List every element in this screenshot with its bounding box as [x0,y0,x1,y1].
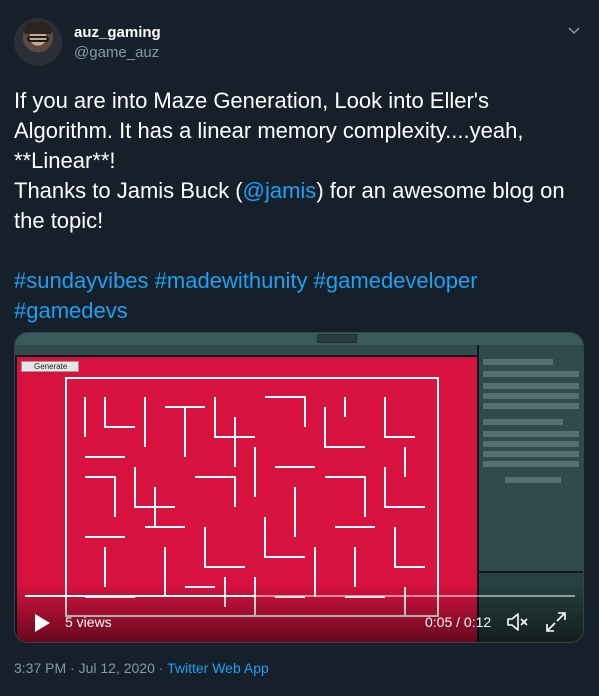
unity-play-controls [317,334,357,343]
chevron-down-icon[interactable] [567,24,581,38]
meta-separator: · [66,660,79,676]
tweet-line: If you are into Maze Generation, Look in… [14,88,490,113]
tweet-time[interactable]: 3:37 PM [14,660,66,676]
tweet-text-segment: ) for an awesome blog on [316,178,565,203]
tweet-date[interactable]: Jul 12, 2020 [79,660,155,676]
tweet-text-segment: Thanks to Jamis Buck ( [14,178,243,203]
video-progress-fill [25,595,256,597]
video-progress-bar[interactable] [25,595,575,597]
tweet-text: If you are into Maze Generation, Look in… [14,86,586,326]
unity-inspector-panel [479,345,583,571]
tweet-line: the topic! [14,208,104,233]
muted-speaker-icon[interactable] [506,611,530,633]
video-player[interactable]: Generate 5 views 0:05 / 0:12 [14,332,584,643]
inspector-row [483,431,579,437]
inspector-row [505,477,561,483]
tweet-metadata: 3:37 PM · Jul 12, 2020 · Twitter Web App [14,660,269,676]
hashtag-link[interactable]: #gamedevs [14,298,128,323]
inspector-row [483,419,563,425]
unity-toolbar [15,333,583,345]
tweet-line: Algorithm. It has a linear memory comple… [14,118,524,143]
inspector-row [483,371,579,377]
avatar-hair [24,22,52,34]
generate-button: Generate [21,361,79,372]
avatar-glasses [27,36,49,42]
hashtag-line: #gamedevs [14,296,586,326]
tweet-line: Thanks to Jamis Buck (@jamis) for an awe… [14,176,586,206]
inspector-row [483,403,579,409]
fullscreen-icon[interactable] [545,611,567,633]
avatar[interactable] [14,18,62,66]
video-view-count: 5 views [65,614,112,630]
play-icon[interactable] [33,613,51,633]
inspector-row [483,461,579,467]
tweet-line: **Linear**! [14,148,116,173]
hashtag-line: #sundayvibes #madewithunity #gamedevelop… [14,266,586,296]
author-handle[interactable]: @game_auz [74,44,159,61]
hashtag-link[interactable]: #sundayvibes [14,268,149,293]
mention-link[interactable]: @jamis [243,178,317,203]
inspector-row [483,383,579,389]
maze-grid [65,377,439,617]
tweet-source-link[interactable]: Twitter Web App [167,660,269,676]
author-display-name[interactable]: auz_gaming [74,24,161,41]
inspector-row [483,393,579,399]
inspector-row [483,359,553,365]
inspector-row [483,451,579,457]
video-controls-overlay [15,583,583,642]
meta-separator: · [154,660,168,676]
tweet-header: auz_gaming @game_auz [14,14,585,70]
video-time: 0:05 / 0:12 [425,614,492,630]
inspector-row [483,441,579,447]
hashtag-link[interactable]: #madewithunity [155,268,308,293]
unity-game-tab-bar [15,345,477,355]
hashtag-link[interactable]: #gamedeveloper [314,268,478,293]
